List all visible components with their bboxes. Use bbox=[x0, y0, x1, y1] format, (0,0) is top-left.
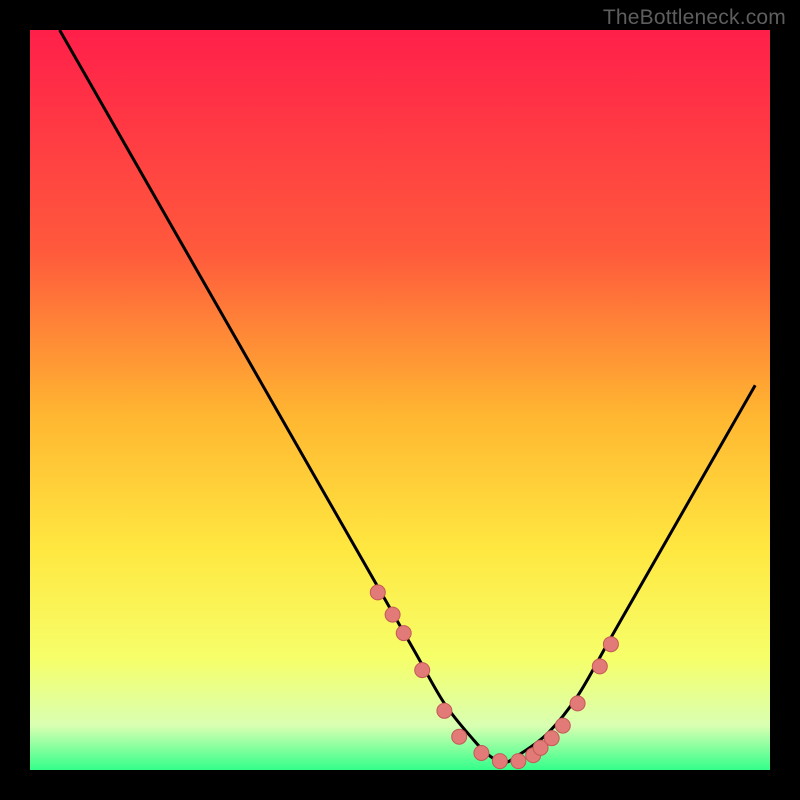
watermark-text: TheBottleneck.com bbox=[603, 6, 786, 30]
bottleneck-dot bbox=[452, 729, 467, 744]
bottleneck-dot bbox=[385, 607, 400, 622]
bottleneck-dot bbox=[544, 731, 559, 746]
plot-background bbox=[30, 30, 770, 770]
bottleneck-dot bbox=[511, 754, 526, 769]
bottleneck-dot bbox=[474, 745, 489, 760]
bottleneck-dot bbox=[492, 754, 507, 769]
bottleneck-dot bbox=[396, 626, 411, 641]
bottleneck-dot bbox=[592, 659, 607, 674]
bottleneck-dot bbox=[570, 696, 585, 711]
bottleneck-dot bbox=[437, 703, 452, 718]
chart-svg bbox=[0, 0, 800, 800]
bottleneck-dot bbox=[415, 663, 430, 678]
bottleneck-dot bbox=[603, 637, 618, 652]
bottleneck-dot bbox=[555, 718, 570, 733]
bottleneck-dot bbox=[370, 585, 385, 600]
chart-stage: TheBottleneck.com bbox=[0, 0, 800, 800]
